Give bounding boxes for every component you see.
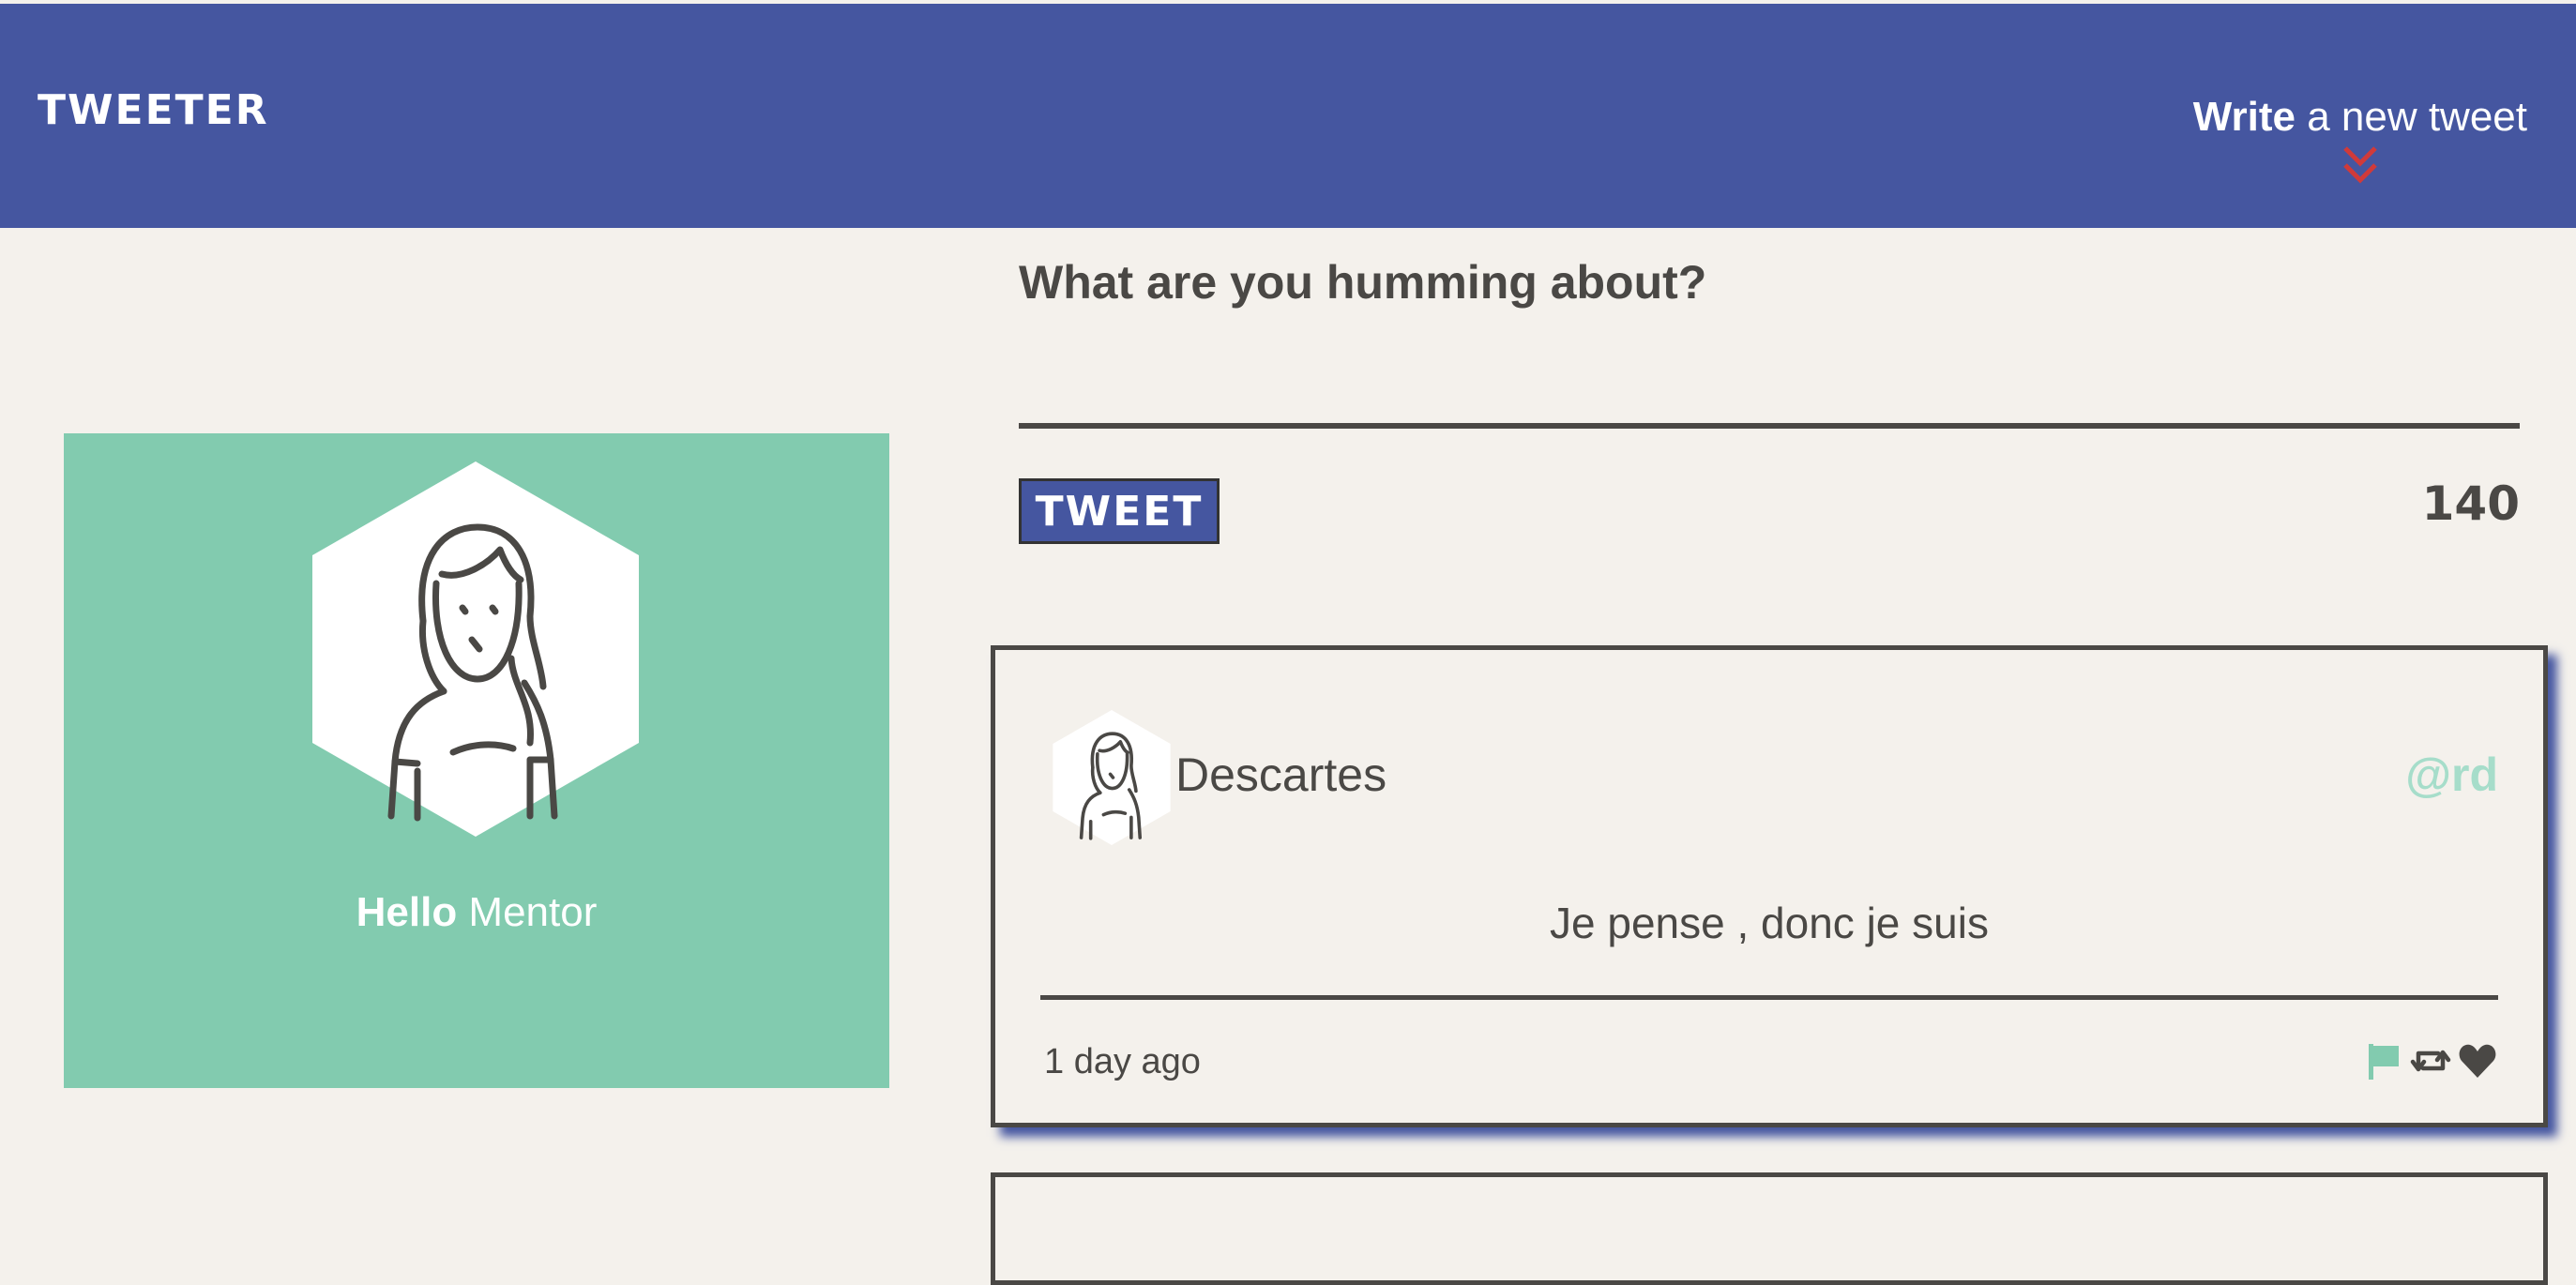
user-avatar (312, 461, 639, 837)
brand-logo[interactable]: TWEETER (38, 86, 269, 134)
tweet-submit-button[interactable]: TWEET (1019, 478, 1220, 544)
greeting-bold: Hello (356, 889, 458, 935)
flag-icon[interactable] (2363, 1040, 2404, 1081)
tweet-card: Descartes @rd Je pense , donc je suis 1 … (991, 645, 2548, 1127)
profile-greeting: Hello Mentor (64, 889, 889, 936)
greeting-name: Mentor (457, 889, 598, 935)
tweet-author-name: Descartes (1175, 748, 1387, 801)
tweet-timestamp: 1 day ago (1044, 1042, 1201, 1081)
tweet-card (991, 1172, 2548, 1285)
character-counter: 140 (2421, 476, 2520, 531)
retweet-icon[interactable] (2410, 1040, 2451, 1081)
profile-card: Hello Mentor (64, 433, 889, 1088)
tweet-divider (1040, 995, 2498, 1000)
tweet-content: Je pense , donc je suis (1550, 899, 1989, 947)
tweet-textarea[interactable] (1019, 333, 2520, 429)
tweet-author-avatar (1053, 710, 1171, 845)
composer-label: What are you humming about? (1019, 256, 1707, 309)
heart-icon[interactable] (2457, 1040, 2498, 1081)
tweet-actions (2363, 1036, 2498, 1085)
top-navbar: TWEETER Write a new tweet (0, 4, 2576, 228)
compose-toggle-text: a new tweet (2295, 94, 2527, 140)
double-chevron-down-icon[interactable] (2341, 144, 2379, 188)
tweet-author-handle: @rd (2405, 748, 2498, 801)
compose-toggle-bold: Write (2192, 94, 2296, 140)
write-new-tweet-toggle[interactable]: Write a new tweet (2193, 94, 2527, 188)
